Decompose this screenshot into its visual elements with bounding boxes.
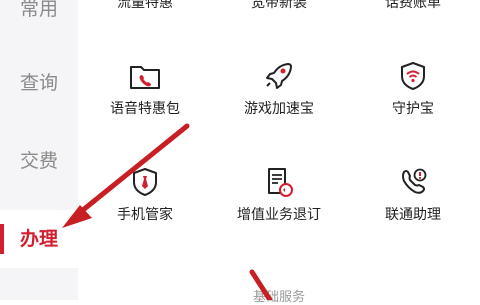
sidebar-item-payment[interactable]: 交费 (0, 146, 78, 176)
tile-phone-manager[interactable]: 手机管家 (78, 164, 212, 224)
tile-game-booster[interactable]: 游戏加速宝 (212, 58, 346, 118)
tile-label: 语音特惠包 (110, 101, 180, 117)
section-title-basic-services: 基础服务 (252, 290, 305, 305)
tile-voice-package[interactable]: 语音特惠包 (78, 58, 212, 118)
active-indicator (0, 224, 4, 254)
tile-label: 守护宝 (392, 101, 434, 117)
sidebar-item-handle[interactable]: 办理 (0, 210, 78, 268)
tile-label-cut[interactable]: 宽带新装 (212, 0, 346, 12)
tile-label: 游戏加速宝 (244, 101, 314, 117)
tile-unsubscribe[interactable]: 增值业务退订 (212, 164, 346, 224)
sidebar: 常用 查询 交费 办理 (0, 0, 78, 300)
phone-alert-icon (402, 168, 427, 194)
document-refresh-icon (268, 168, 293, 197)
tile-unicom-assistant[interactable]: 联通助理 (346, 164, 480, 224)
rocket-icon (266, 63, 292, 89)
tie-shield-icon (133, 168, 157, 196)
service-grid: 流量特惠 宽带新装 话费账单 语音特惠包 游戏加速宝 守护宝 手机管家 增值业务… (78, 0, 480, 305)
tile-label-cut[interactable]: 话费账单 (346, 0, 480, 12)
tile-label: 联通助理 (385, 207, 441, 223)
tile-label: 手机管家 (117, 207, 173, 223)
tile-label: 增值业务退订 (237, 207, 321, 223)
tile-guardian[interactable]: 守护宝 (346, 58, 480, 118)
sidebar-item-common[interactable]: 常用 (0, 0, 78, 24)
sidebar-item-handle-label: 办理 (19, 228, 58, 250)
wifi-shield-icon (401, 62, 425, 90)
folder-phone-icon (130, 66, 160, 89)
tile-label-cut[interactable]: 流量特惠 (78, 0, 212, 12)
sidebar-item-query[interactable]: 查询 (0, 68, 78, 98)
